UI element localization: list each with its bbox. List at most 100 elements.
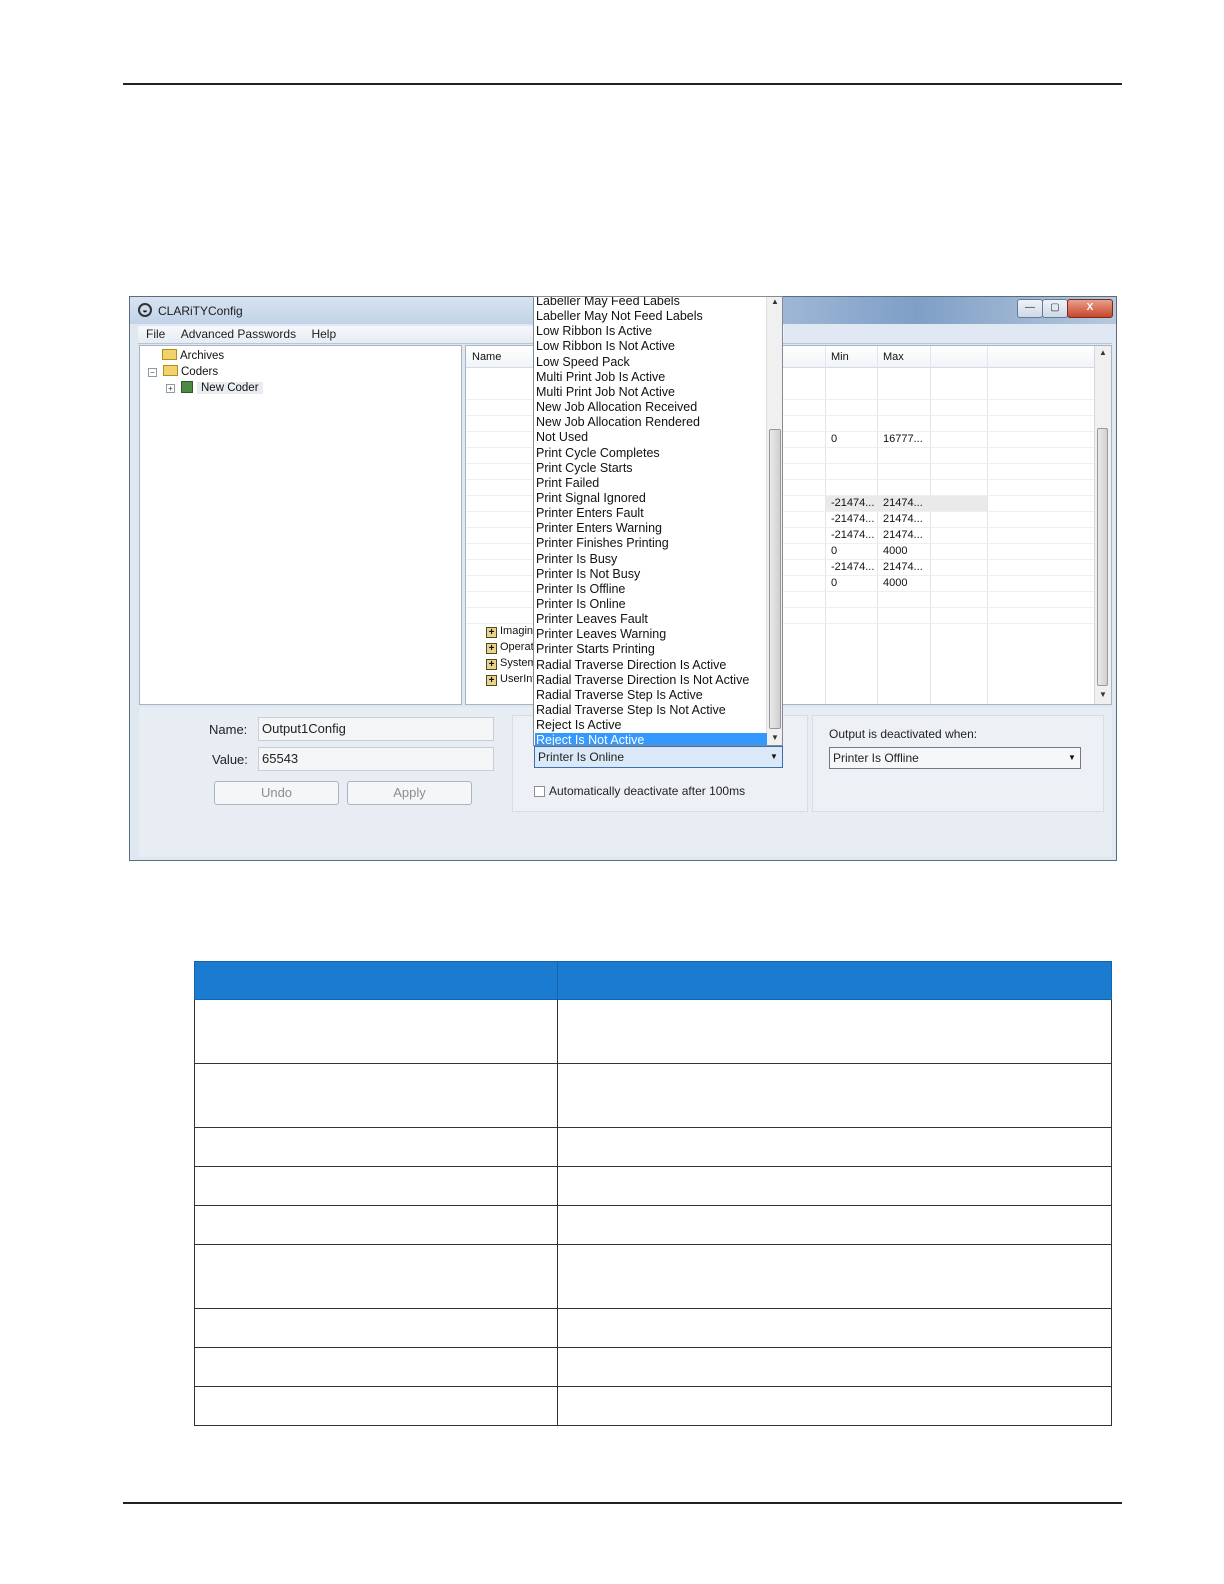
tree-item-coders[interactable]: − Coders — [148, 365, 218, 380]
dropdown-option[interactable]: Low Ribbon Is Not Active — [535, 339, 767, 354]
dropdown-option[interactable]: Reject Is Active — [535, 718, 767, 733]
grid-cell-max: 4000 — [883, 577, 908, 589]
deactivated-when-select[interactable]: Printer Is Offline ▼ — [829, 747, 1081, 769]
close-button[interactable]: X — [1067, 299, 1113, 318]
dropdown-option[interactable]: Low Ribbon Is Active — [535, 324, 767, 339]
auto-deactivate-label: Automatically deactivate after 100ms — [549, 784, 746, 798]
grid-scroll-thumb[interactable] — [1097, 428, 1108, 686]
dropdown-option[interactable]: Radial Traverse Step Is Active — [535, 688, 767, 703]
grid-cell-min: -21474... — [831, 529, 875, 541]
table-cell — [557, 1063, 1112, 1128]
grid-cell-max: 21474... — [883, 513, 923, 525]
table-cell — [194, 1386, 558, 1426]
dropdown-option[interactable]: Low Speed Pack — [535, 355, 767, 370]
table-header-cell — [557, 961, 1112, 1000]
tree-item-archives[interactable]: Archives — [162, 349, 224, 364]
scroll-down-icon[interactable]: ▼ — [1099, 690, 1107, 699]
dropdown-option[interactable]: Print Failed — [535, 476, 767, 491]
table-header-cell — [194, 961, 558, 1000]
table-row — [194, 1386, 1112, 1426]
dropdown-option[interactable]: Print Cycle Completes — [535, 446, 767, 461]
menu-file[interactable]: File — [146, 326, 165, 343]
dropdown-option[interactable]: Reject Is Not Active — [535, 733, 767, 745]
table-row — [194, 1166, 1112, 1206]
table-cell — [557, 1244, 1112, 1309]
grid-cell-min: -21474... — [831, 561, 875, 573]
column-max[interactable]: Max — [883, 351, 904, 363]
table-cell — [557, 1386, 1112, 1426]
dropdown-option[interactable]: Labeller May Feed Labels — [535, 297, 767, 309]
auto-deactivate-checkbox[interactable] — [534, 786, 545, 797]
chevron-down-icon: ▼ — [1068, 753, 1076, 762]
scroll-down-icon[interactable]: ▼ — [771, 733, 779, 742]
menu-help[interactable]: Help — [311, 326, 336, 343]
dropdown-option[interactable]: Radial Traverse Direction Is Not Active — [535, 673, 767, 688]
dropdown-option[interactable]: Labeller May Not Feed Labels — [535, 309, 767, 324]
minimize-button[interactable]: — — [1017, 299, 1043, 318]
table-cell — [194, 1244, 558, 1309]
tree-item-userinterface[interactable]: + UserInt — [486, 673, 535, 686]
table-row — [194, 999, 1112, 1064]
tree-item-new-coder[interactable]: + New Coder — [166, 381, 263, 396]
table-cell — [557, 999, 1112, 1064]
grid-scrollbar[interactable]: ▲ ▼ — [1094, 346, 1111, 704]
undo-button[interactable]: Undo — [214, 781, 339, 805]
description-table — [194, 961, 1112, 1426]
dropdown-option[interactable]: Multi Print Job Not Active — [535, 385, 767, 400]
coder-icon — [181, 381, 193, 393]
table-cell — [194, 1166, 558, 1206]
expand-icon[interactable]: + — [486, 643, 497, 654]
dropdown-option[interactable]: Print Cycle Starts — [535, 461, 767, 476]
tree-item-operation[interactable]: + Operati — [486, 641, 536, 654]
dropdown-option[interactable]: Printer Is Online — [535, 597, 767, 612]
column-name[interactable]: Name — [472, 351, 501, 363]
dropdown-option[interactable]: New Job Allocation Rendered — [535, 415, 767, 430]
name-field[interactable]: Output1Config — [258, 717, 494, 741]
deactivated-when-label: Output is deactivated when: — [829, 727, 978, 741]
dropdown-option[interactable]: Multi Print Job Is Active — [535, 370, 767, 385]
dropdown-option[interactable]: New Job Allocation Received — [535, 400, 767, 415]
grid-cell-max: 4000 — [883, 545, 908, 557]
maximize-button[interactable]: ▢ — [1042, 299, 1068, 318]
dropdown-option[interactable]: Printer Starts Printing — [535, 642, 767, 657]
dropdown-option[interactable]: Printer Is Not Busy — [535, 567, 767, 582]
table-cell — [194, 1205, 558, 1245]
dropdown-option[interactable]: Printer Finishes Printing — [535, 536, 767, 551]
expand-icon[interactable]: + — [486, 675, 497, 686]
table-cell — [557, 1127, 1112, 1167]
grid-cell-max: 21474... — [883, 497, 923, 509]
top-rule — [123, 83, 1122, 85]
expand-icon[interactable]: + — [486, 627, 497, 638]
table-cell — [194, 1127, 558, 1167]
dropdown-option[interactable]: Radial Traverse Direction Is Active — [535, 658, 767, 673]
tree-item-system[interactable]: + System — [486, 657, 537, 670]
expand-icon[interactable]: + — [166, 384, 175, 393]
activated-when-select[interactable]: Printer Is Online ▼ — [534, 746, 783, 768]
expand-icon[interactable]: + — [486, 659, 497, 670]
scroll-up-icon[interactable]: ▲ — [771, 297, 779, 306]
value-field[interactable]: 65543 — [258, 747, 494, 771]
menu-advanced-passwords[interactable]: Advanced Passwords — [181, 326, 296, 343]
dropdown-option[interactable]: Printer Is Busy — [535, 552, 767, 567]
table-cell — [194, 999, 558, 1064]
dropdown-option[interactable]: Radial Traverse Step Is Not Active — [535, 703, 767, 718]
dropdown-option[interactable]: Not Used — [535, 430, 767, 445]
collapse-icon[interactable]: − — [148, 368, 157, 377]
dropdown-option[interactable]: Print Signal Ignored — [535, 491, 767, 506]
dropdown-scrollbar[interactable]: ▲ ▼ — [766, 297, 782, 745]
table-cell — [557, 1347, 1112, 1387]
apply-button[interactable]: Apply — [347, 781, 472, 805]
dropdown-option[interactable]: Printer Is Offline — [535, 582, 767, 597]
dropdown-option[interactable]: Printer Enters Warning — [535, 521, 767, 536]
dropdown-scroll-thumb[interactable] — [769, 429, 781, 729]
scroll-up-icon[interactable]: ▲ — [1099, 348, 1107, 357]
window-title: CLARiTYConfig — [158, 304, 243, 318]
dropdown-option[interactable]: Printer Leaves Fault — [535, 612, 767, 627]
dropdown-option[interactable]: Printer Enters Fault — [535, 506, 767, 521]
grid-cell-max: 16777... — [883, 433, 923, 445]
dropdown-option[interactable]: Printer Leaves Warning — [535, 627, 767, 642]
table-cell — [557, 1205, 1112, 1245]
tree-item-imaging[interactable]: + Imaging — [486, 625, 539, 638]
column-min[interactable]: Min — [831, 351, 849, 363]
table-cell — [194, 1063, 558, 1128]
